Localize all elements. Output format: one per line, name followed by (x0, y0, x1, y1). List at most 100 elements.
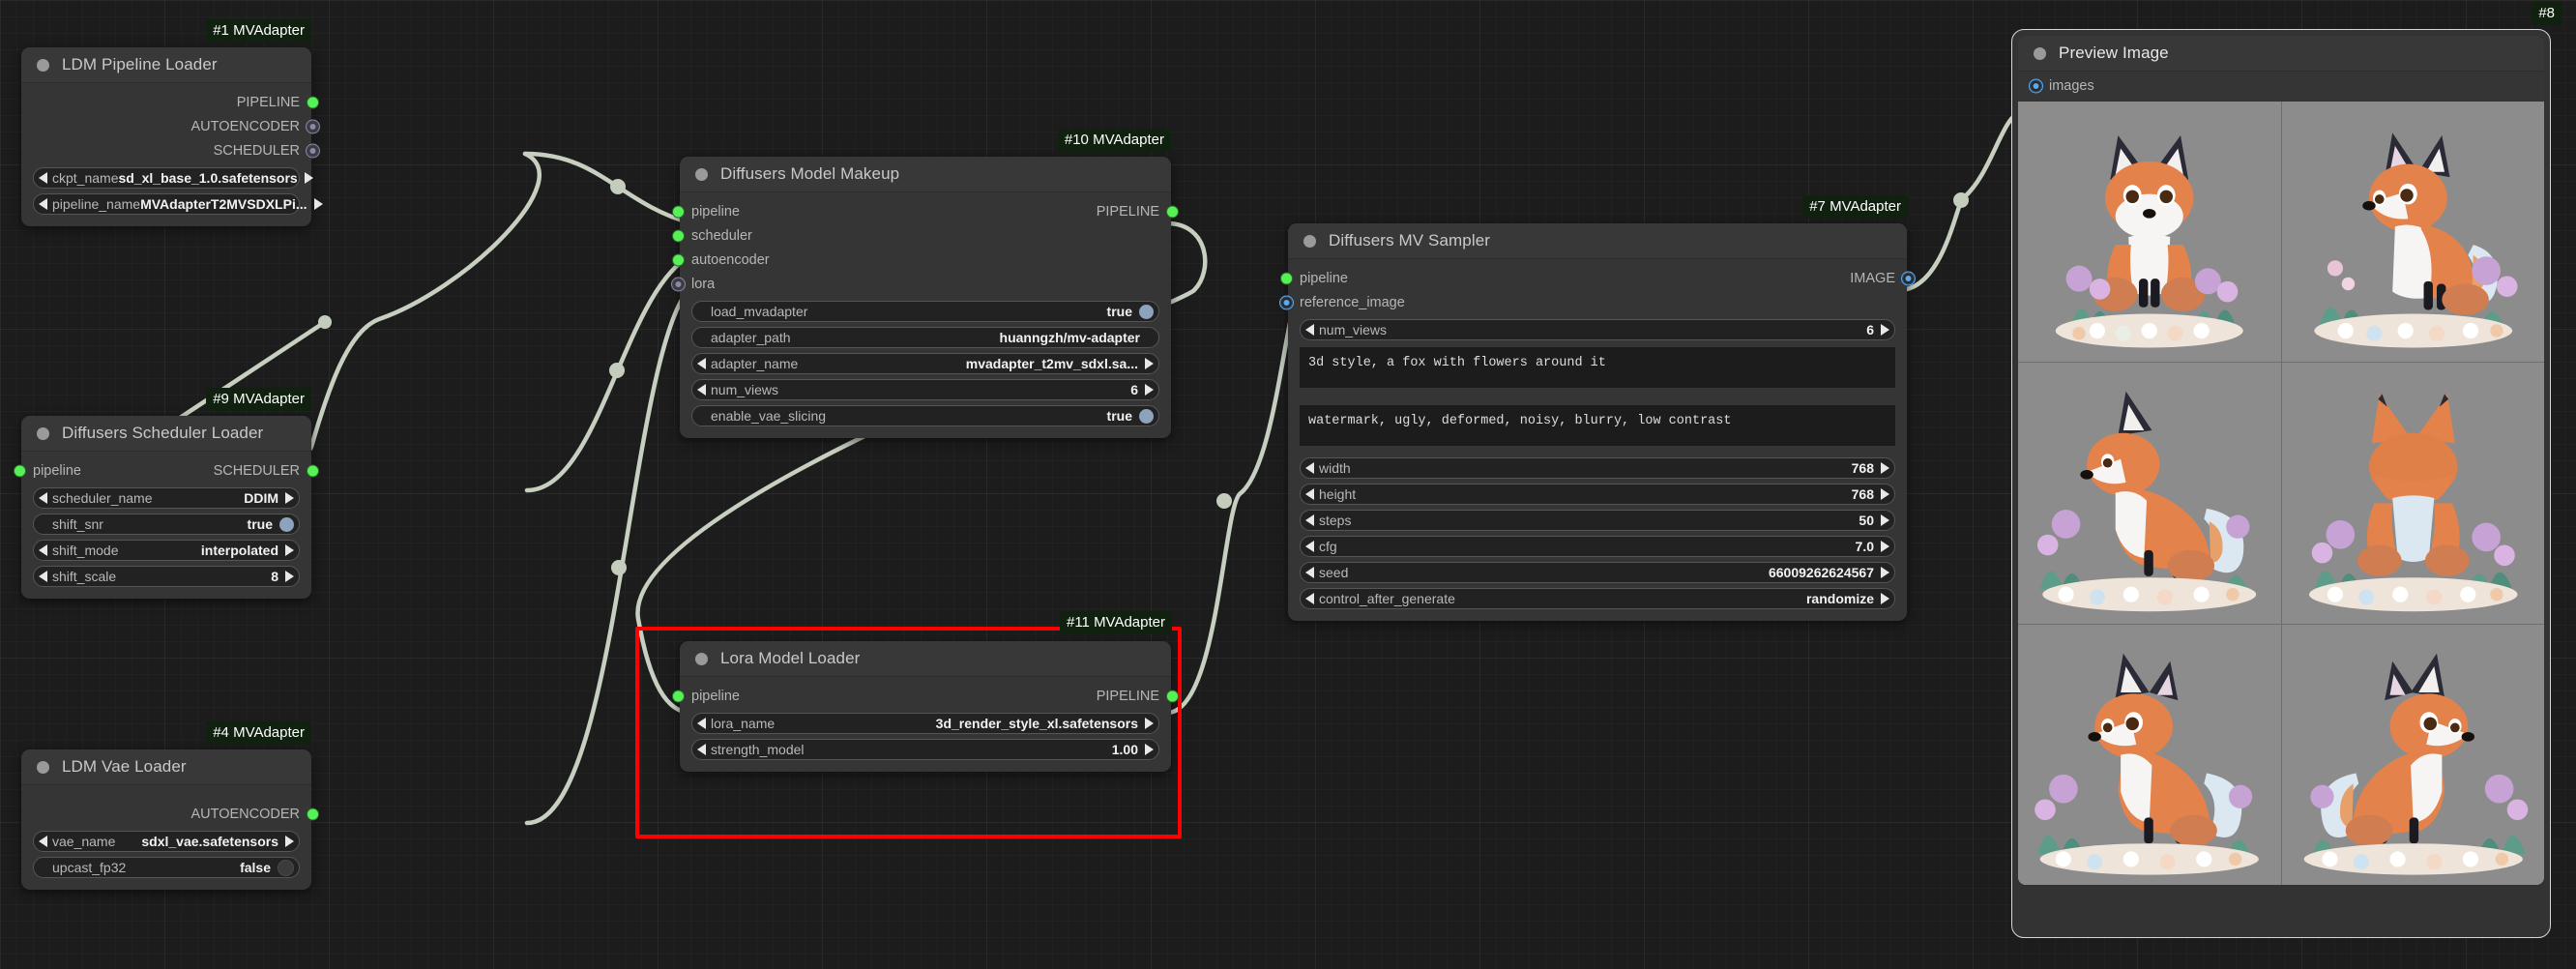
widget-shift-mode[interactable]: shift_mode interpolated (33, 540, 300, 561)
slot-dot-icon[interactable] (672, 229, 685, 243)
widget-adapter-path[interactable]: adapter_path huanngzh/mv-adapter (691, 327, 1159, 348)
widget-strength-model[interactable]: strength_model 1.00 (691, 739, 1159, 760)
slot-dot-icon[interactable] (307, 808, 319, 821)
prev-arrow-icon[interactable] (697, 358, 706, 369)
output-slot-scheduler[interactable]: SCHEDULER (33, 139, 319, 162)
node-graph-canvas[interactable]: #1 MVAdapter LDM Pipeline Loader PIPELIN… (0, 0, 2576, 969)
widget-shift-snr[interactable]: shift_snr true (33, 514, 300, 535)
next-arrow-icon[interactable] (285, 836, 294, 847)
widget-cfg[interactable]: cfg 7.0 (1300, 536, 1895, 557)
slot-dot-icon[interactable] (307, 120, 319, 133)
positive-prompt-textarea[interactable]: 3d style, a fox with flowers around it (1300, 347, 1895, 388)
widget-steps[interactable]: steps 50 (1300, 510, 1895, 531)
next-arrow-icon[interactable] (1881, 593, 1889, 604)
next-arrow-icon[interactable] (1881, 462, 1889, 474)
collapse-dot-icon[interactable] (37, 760, 49, 774)
next-arrow-icon[interactable] (1145, 358, 1154, 369)
widget-adapter-name[interactable]: adapter_name mvadapter_t2mv_sdxl.sa... (691, 353, 1159, 374)
preview-image-cell[interactable] (2018, 624, 2281, 885)
widget-width[interactable]: width 768 (1300, 457, 1895, 479)
prev-arrow-icon[interactable] (697, 718, 706, 729)
slot-dot-icon[interactable] (672, 278, 685, 291)
slot-dot-icon[interactable] (307, 144, 319, 158)
widget-shift-scale[interactable]: shift_scale 8 (33, 566, 300, 587)
widget-num-views[interactable]: num_views 6 (691, 379, 1159, 400)
slot-dot-icon[interactable] (1902, 272, 1915, 285)
next-arrow-icon[interactable] (1145, 718, 1154, 729)
node-diffusers-mv-sampler[interactable]: #7 MVAdapter Diffusers MV Sampler pipeli… (1280, 195, 1915, 621)
widget-pipeline-name[interactable]: pipeline_name MVAdapterT2MVSDXLPi... (33, 193, 323, 215)
node-diffusers-scheduler-loader[interactable]: #9 MVAdapter Diffusers Scheduler Loader … (14, 388, 319, 599)
prev-arrow-icon[interactable] (39, 836, 47, 847)
toggle-switch-icon[interactable] (1139, 304, 1154, 319)
prev-arrow-icon[interactable] (39, 492, 47, 504)
prev-arrow-icon[interactable] (1305, 324, 1314, 336)
slot-row-pipeline-image[interactable]: pipeline IMAGE (1280, 267, 1915, 290)
next-arrow-icon[interactable] (1881, 567, 1889, 578)
widget-control-after-generate[interactable]: control_after_generate randomize (1300, 588, 1895, 609)
widget-height[interactable]: height 768 (1300, 484, 1895, 505)
slot-dot-icon[interactable] (14, 464, 26, 478)
collapse-dot-icon[interactable] (37, 58, 49, 72)
node-header[interactable]: Preview Image (2018, 36, 2544, 72)
slot-dot-icon[interactable] (1280, 272, 1293, 285)
collapse-dot-icon[interactable] (695, 167, 708, 181)
preview-image-cell[interactable] (2018, 363, 2281, 624)
node-ldm-vae-loader[interactable]: #4 MVAdapter LDM Vae Loader AUTOENCODER … (21, 721, 319, 890)
preview-image-cell[interactable] (2281, 624, 2544, 885)
slot-dot-icon[interactable] (1280, 296, 1293, 309)
node-diffusers-model-makeup[interactable]: #10 MVAdapter Diffusers Model Makeup pip… (672, 129, 1179, 438)
prev-arrow-icon[interactable] (39, 544, 47, 556)
next-arrow-icon[interactable] (304, 172, 313, 184)
widget-ckpt-name[interactable]: ckpt_name sd_xl_base_1.0.safetensors (33, 167, 313, 189)
prev-arrow-icon[interactable] (39, 198, 47, 210)
node-lora-model-loader[interactable]: #11 MVAdapter Lora Model Loader pipeline… (672, 611, 1179, 772)
prev-arrow-icon[interactable] (697, 744, 706, 755)
collapse-dot-icon[interactable] (2034, 46, 2046, 60)
input-slot-scheduler[interactable]: scheduler (672, 224, 1159, 248)
slot-dot-icon[interactable] (2030, 79, 2042, 93)
widget-upcast-fp32[interactable]: upcast_fp32 false (33, 857, 300, 878)
next-arrow-icon[interactable] (1145, 744, 1154, 755)
node-header[interactable]: Lora Model Loader (680, 641, 1171, 677)
prev-arrow-icon[interactable] (1305, 488, 1314, 500)
slot-dot-icon[interactable] (1166, 205, 1179, 219)
widget-load-mvadapter[interactable]: load_mvadapter true (691, 301, 1159, 322)
slot-dot-icon[interactable] (672, 690, 685, 703)
slot-row-pipeline[interactable]: pipeline PIPELINE (672, 685, 1179, 708)
widget-vae-name[interactable]: vae_name sdxl_vae.safetensors (33, 831, 300, 852)
widget-num-views[interactable]: num_views 6 (1300, 319, 1895, 340)
output-slot-autoencoder[interactable]: AUTOENCODER (33, 803, 319, 826)
slot-row-pipeline[interactable]: pipeline PIPELINE (672, 200, 1179, 223)
node-ldm-pipeline-loader[interactable]: #1 MVAdapter LDM Pipeline Loader PIPELIN… (21, 19, 323, 226)
widget-scheduler-name[interactable]: scheduler_name DDIM (33, 487, 300, 509)
node-header[interactable]: Diffusers Model Makeup (680, 157, 1171, 192)
prev-arrow-icon[interactable] (39, 571, 47, 582)
toggle-switch-icon[interactable] (1139, 408, 1154, 424)
widget-lora-name[interactable]: lora_name 3d_render_style_xl.safetensors (691, 713, 1159, 734)
slot-dot-icon[interactable] (1166, 690, 1179, 703)
output-slot-autoencoder[interactable]: AUTOENCODER (33, 115, 319, 138)
node-header[interactable]: LDM Pipeline Loader (21, 47, 311, 83)
next-arrow-icon[interactable] (285, 492, 294, 504)
slot-dot-icon[interactable] (672, 253, 685, 267)
prev-arrow-icon[interactable] (1305, 514, 1314, 526)
next-arrow-icon[interactable] (1881, 488, 1889, 500)
node-header[interactable]: Diffusers Scheduler Loader (21, 416, 311, 452)
toggle-switch-icon[interactable] (278, 859, 294, 876)
slot-dot-icon[interactable] (307, 96, 319, 109)
output-slot-pipeline[interactable]: PIPELINE (33, 91, 319, 114)
node-header[interactable]: Diffusers MV Sampler (1288, 223, 1907, 259)
input-slot-lora[interactable]: lora (672, 273, 1159, 296)
next-arrow-icon[interactable] (1881, 541, 1889, 552)
preview-image-grid[interactable] (2018, 102, 2544, 885)
next-arrow-icon[interactable] (285, 544, 294, 556)
prev-arrow-icon[interactable] (1305, 541, 1314, 552)
slot-dot-icon[interactable] (307, 464, 319, 478)
prev-arrow-icon[interactable] (697, 384, 706, 396)
negative-prompt-textarea[interactable]: watermark, ugly, deformed, noisy, blurry… (1300, 405, 1895, 446)
next-arrow-icon[interactable] (285, 571, 294, 582)
toggle-switch-icon[interactable] (279, 516, 294, 532)
preview-image-cell[interactable] (2281, 102, 2544, 363)
input-slot-autoencoder[interactable]: autoencoder (672, 249, 1159, 272)
